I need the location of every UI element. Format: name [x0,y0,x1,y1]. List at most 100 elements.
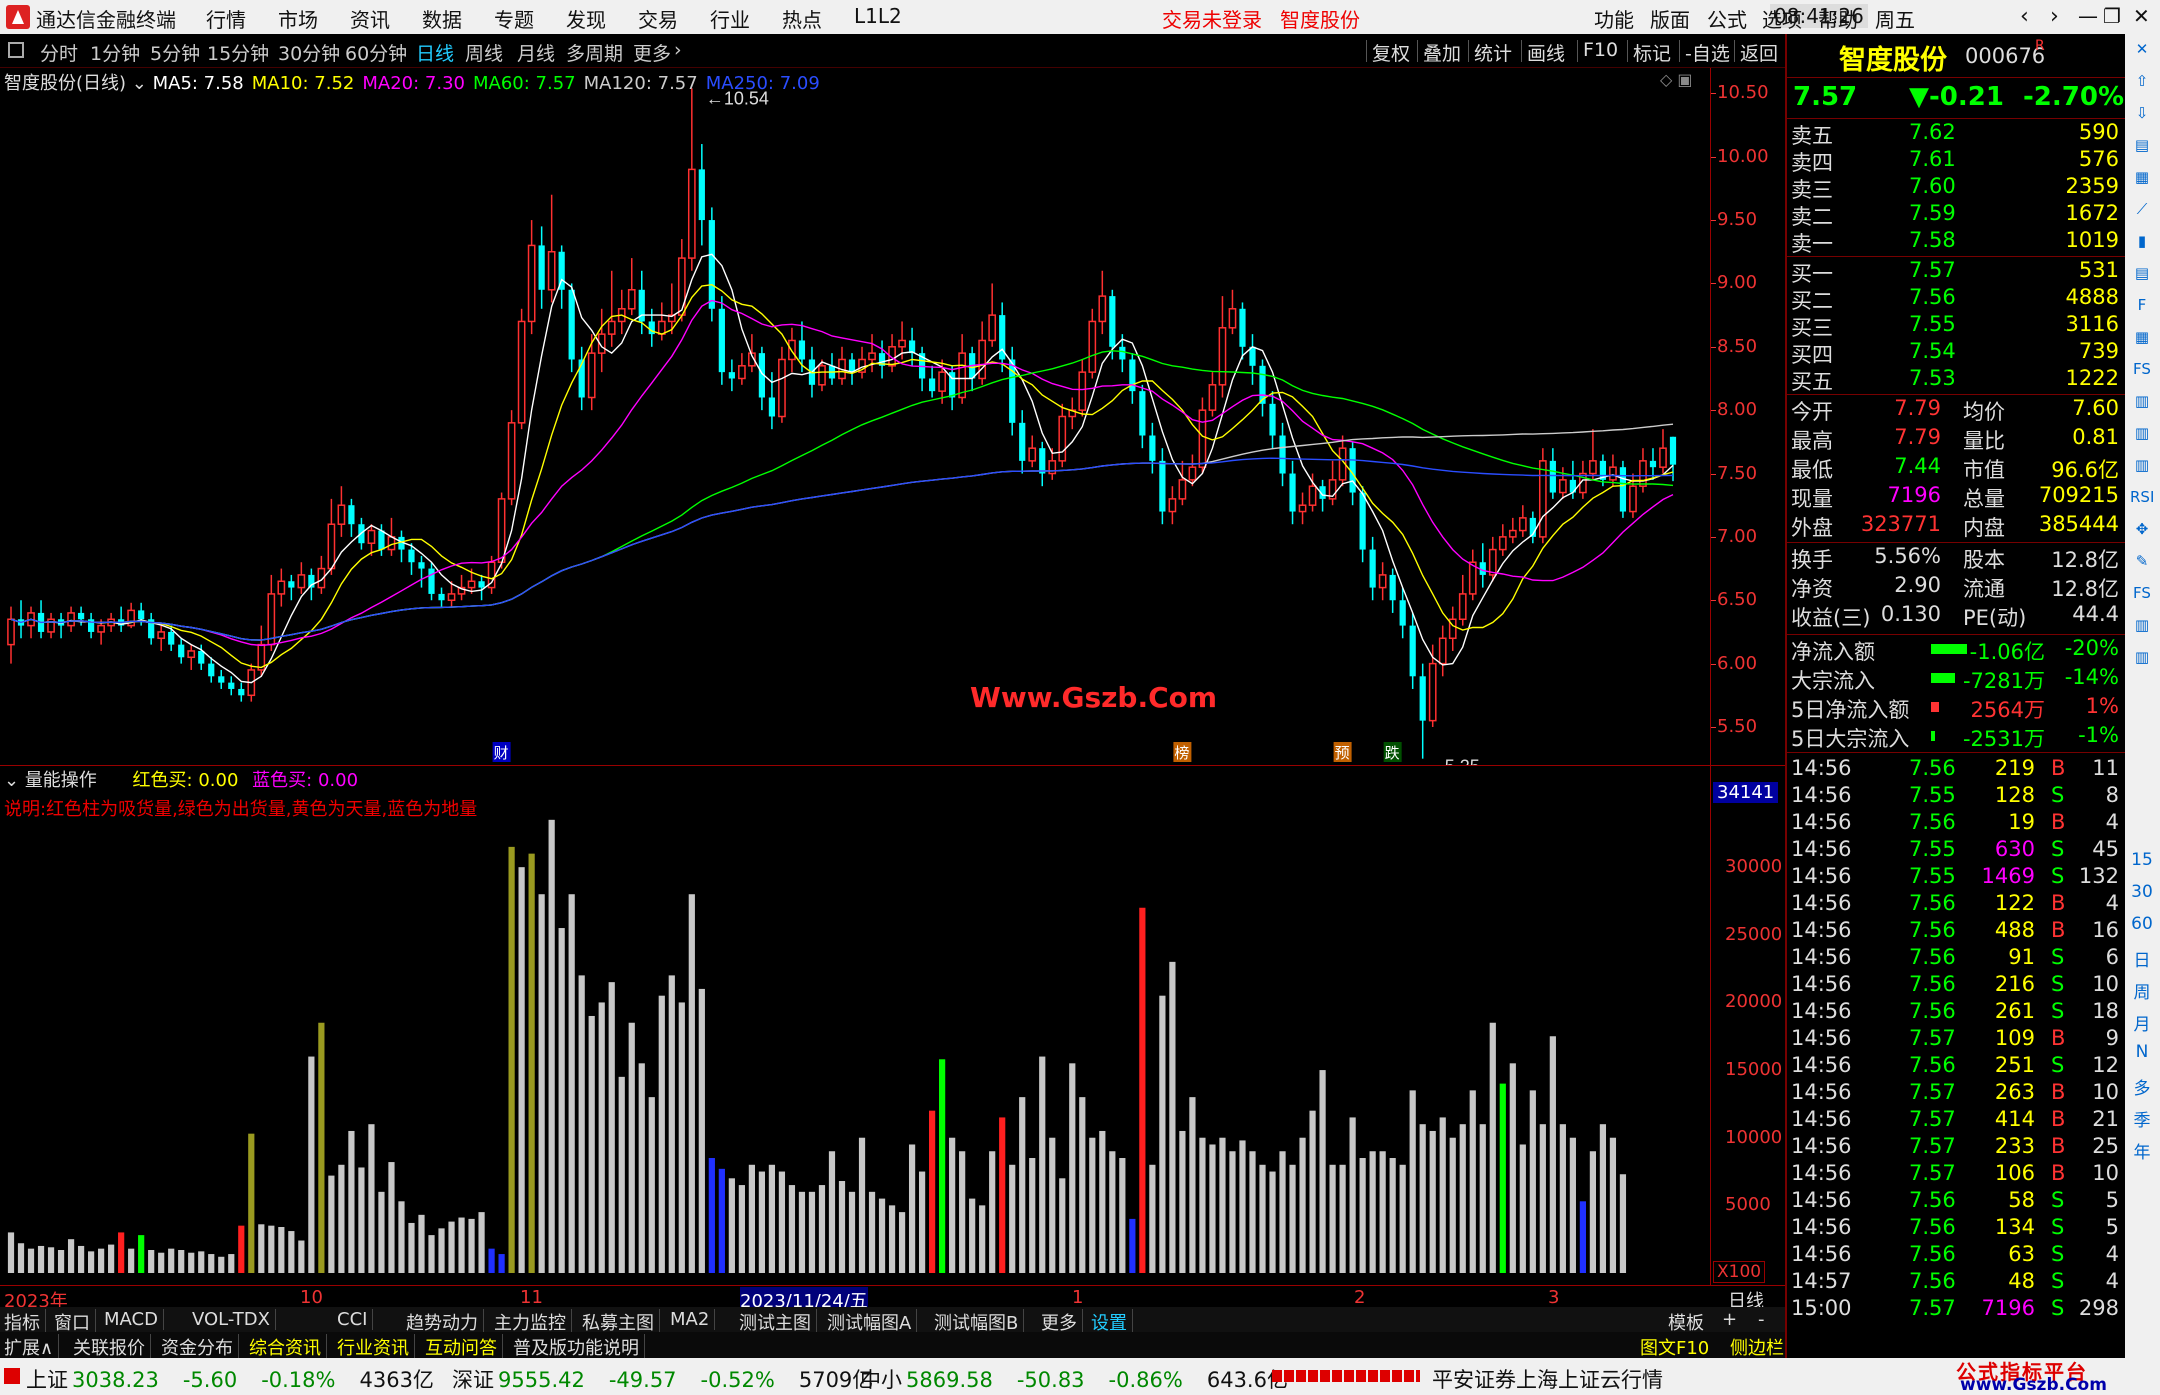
menu-0[interactable]: 行情 [206,4,246,33]
order-book-row[interactable]: 买三 7.55 3116 [1791,312,2123,340]
menu-3[interactable]: 数据 [422,4,462,33]
menu-9[interactable]: L1L2 [854,4,902,28]
index-quote[interactable]: 上证 3038.23 -5.60 -0.18% 4363亿 [26,1364,434,1394]
close-icon[interactable]: ✕ [2133,4,2150,28]
up-icon[interactable]: ⇧ [2130,72,2154,94]
right-menu-0[interactable]: 功能 [1594,4,1634,33]
period-tab-5[interactable]: 60分钟 [345,39,407,66]
volume-chart[interactable] [0,765,1710,1285]
minimize-icon[interactable]: — [2078,4,2098,28]
period-tab-6[interactable]: 日线 [416,39,454,66]
menu-6[interactable]: 交易 [638,4,678,33]
event-marker[interactable]: 跌 [1385,744,1400,762]
tool-icon[interactable]: ▥ [2130,648,2154,670]
dropdown-icon[interactable]: ⌄ [132,73,153,94]
period-tab-1[interactable]: 1分钟 [90,39,140,66]
extension-tab-5[interactable]: 互动问答 [425,1334,503,1360]
order-book-row[interactable]: 卖一 7.58 1019 [1791,228,2123,256]
period-shortcut[interactable]: 周 [2130,978,2154,1003]
order-book-row[interactable]: 卖四 7.61 576 [1791,147,2123,175]
chart-options-icon[interactable]: ◇ ▣ [1660,70,1693,89]
period-tab-10[interactable]: 更多 [633,39,671,66]
event-marker[interactable]: 预 [1335,744,1350,762]
menu-7[interactable]: 行业 [710,4,750,33]
right-menu-1[interactable]: 版面 [1650,4,1690,33]
restore-icon[interactable]: ❐ [2103,4,2121,28]
more-chevron-icon[interactable]: › [674,39,682,61]
period-tab-8[interactable]: 月线 [517,39,555,66]
period-tab-3[interactable]: 15分钟 [207,39,269,66]
tool-button-7[interactable]: 返回 [1740,39,1778,66]
extension-tab-3[interactable]: 综合资讯 [249,1334,327,1360]
down-icon[interactable]: ⇩ [2130,104,2154,126]
fs2-icon[interactable]: FS [2130,584,2154,606]
indicator-tab-3[interactable]: VOL-TDX [192,1309,276,1330]
order-book-row[interactable]: 买一 7.57 531 [1791,258,2123,286]
period-tab-2[interactable]: 5分钟 [150,39,200,66]
tool-icon[interactable]: ▥ [2130,392,2154,414]
index-quote[interactable]: 深证 9555.42 -49.57 -0.52% 5709亿 [452,1364,873,1394]
period-shortcut[interactable]: 60 [2130,914,2154,936]
move-icon[interactable]: ✥ [2130,520,2154,542]
tool-button-1[interactable]: 叠加 [1423,39,1461,66]
kline-chart[interactable]: ←10.54←5.25Www.Gszb.Com财榜预跌 [0,68,1710,765]
rsi-icon[interactable]: RSI [2130,488,2154,510]
period-tab-9[interactable]: 多周期 [566,39,623,66]
period-shortcut[interactable]: 多 [2130,1074,2154,1099]
period-tab-0[interactable]: 分时 [40,39,78,66]
close-icon[interactable]: ✕ [2130,40,2154,62]
menu-5[interactable]: 发现 [566,4,606,33]
indicator-tab-8[interactable]: MA2 [670,1309,716,1330]
event-marker[interactable]: 财 [494,744,509,762]
tool-button-4[interactable]: F10 [1583,39,1618,61]
event-marker[interactable]: 榜 [1174,744,1189,762]
tool-button-3[interactable]: 画线 [1527,39,1565,66]
f10-icon[interactable]: F [2130,296,2154,318]
order-book-row[interactable]: 卖三 7.60 2359 [1791,174,2123,202]
extension-tab-4[interactable]: 行业资讯 [337,1334,415,1360]
right-menu-2[interactable]: 公式 [1707,4,1747,33]
extension-tab-6[interactable]: 普及版功能说明 [513,1334,645,1360]
menu-2[interactable]: 资讯 [350,4,390,33]
menu-4[interactable]: 专题 [494,4,534,33]
forward-icon[interactable]: › [2050,4,2059,29]
line-icon[interactable]: ⟋ [2130,200,2154,222]
list-icon[interactable]: ▤ [2130,264,2154,286]
template-control-2[interactable]: - [1758,1309,1765,1330]
tool-button-5[interactable]: 标记 [1633,39,1671,66]
period-shortcut[interactable]: 日 [2130,946,2154,971]
indicator-tab-2[interactable]: MACD [104,1309,164,1330]
tool-button-2[interactable]: 统计 [1474,39,1512,66]
fs-icon[interactable]: FS [2130,360,2154,382]
period-shortcut[interactable]: 月 [2130,1010,2154,1035]
panel-tab-0[interactable]: 图文F10 [1640,1334,1709,1360]
tool-button-6[interactable]: -自选 [1685,39,1730,66]
panel-toggle-icon[interactable] [8,42,24,58]
order-book-row[interactable]: 买四 7.54 739 [1791,339,2123,367]
kline-icon[interactable]: ▮ [2130,232,2154,254]
menu-1[interactable]: 市场 [278,4,318,33]
tool-icon[interactable]: ▥ [2130,616,2154,638]
period-tab-7[interactable]: 周线 [465,39,503,66]
pen-icon[interactable]: ✎ [2130,552,2154,574]
order-book-row[interactable]: 买五 7.53 1222 [1791,366,2123,394]
back-icon[interactable]: ‹ [2020,4,2029,29]
extension-tab-1[interactable]: 关联报价 [73,1334,151,1360]
order-book-row[interactable]: 卖二 7.59 1672 [1791,201,2123,229]
tool-button-0[interactable]: 复权 [1372,39,1410,66]
login-status[interactable]: 交易未登录 [1162,4,1262,33]
order-book-row[interactable]: 买二 7.56 4888 [1791,285,2123,313]
period-shortcut[interactable]: 15 [2130,850,2154,872]
right-menu-4[interactable]: 帮助 [1818,4,1858,33]
template-control-1[interactable]: + [1722,1309,1737,1330]
collapse-icon[interactable]: ⌄ [4,770,25,791]
tool-icon[interactable]: ▥ [2130,424,2154,446]
period-shortcut[interactable]: 30 [2130,882,2154,904]
period-shortcut[interactable]: 季 [2130,1106,2154,1131]
order-book-row[interactable]: 卖五 7.62 590 [1791,120,2123,148]
tool-icon[interactable]: ▥ [2130,456,2154,478]
period-shortcut[interactable]: 年 [2130,1138,2154,1163]
index-quote[interactable]: 中小 5869.58 -50.83 -0.86% 643.6亿 [860,1364,1288,1394]
period-tab-4[interactable]: 30分钟 [278,39,340,66]
right-menu-3[interactable]: 选项 [1762,4,1802,33]
